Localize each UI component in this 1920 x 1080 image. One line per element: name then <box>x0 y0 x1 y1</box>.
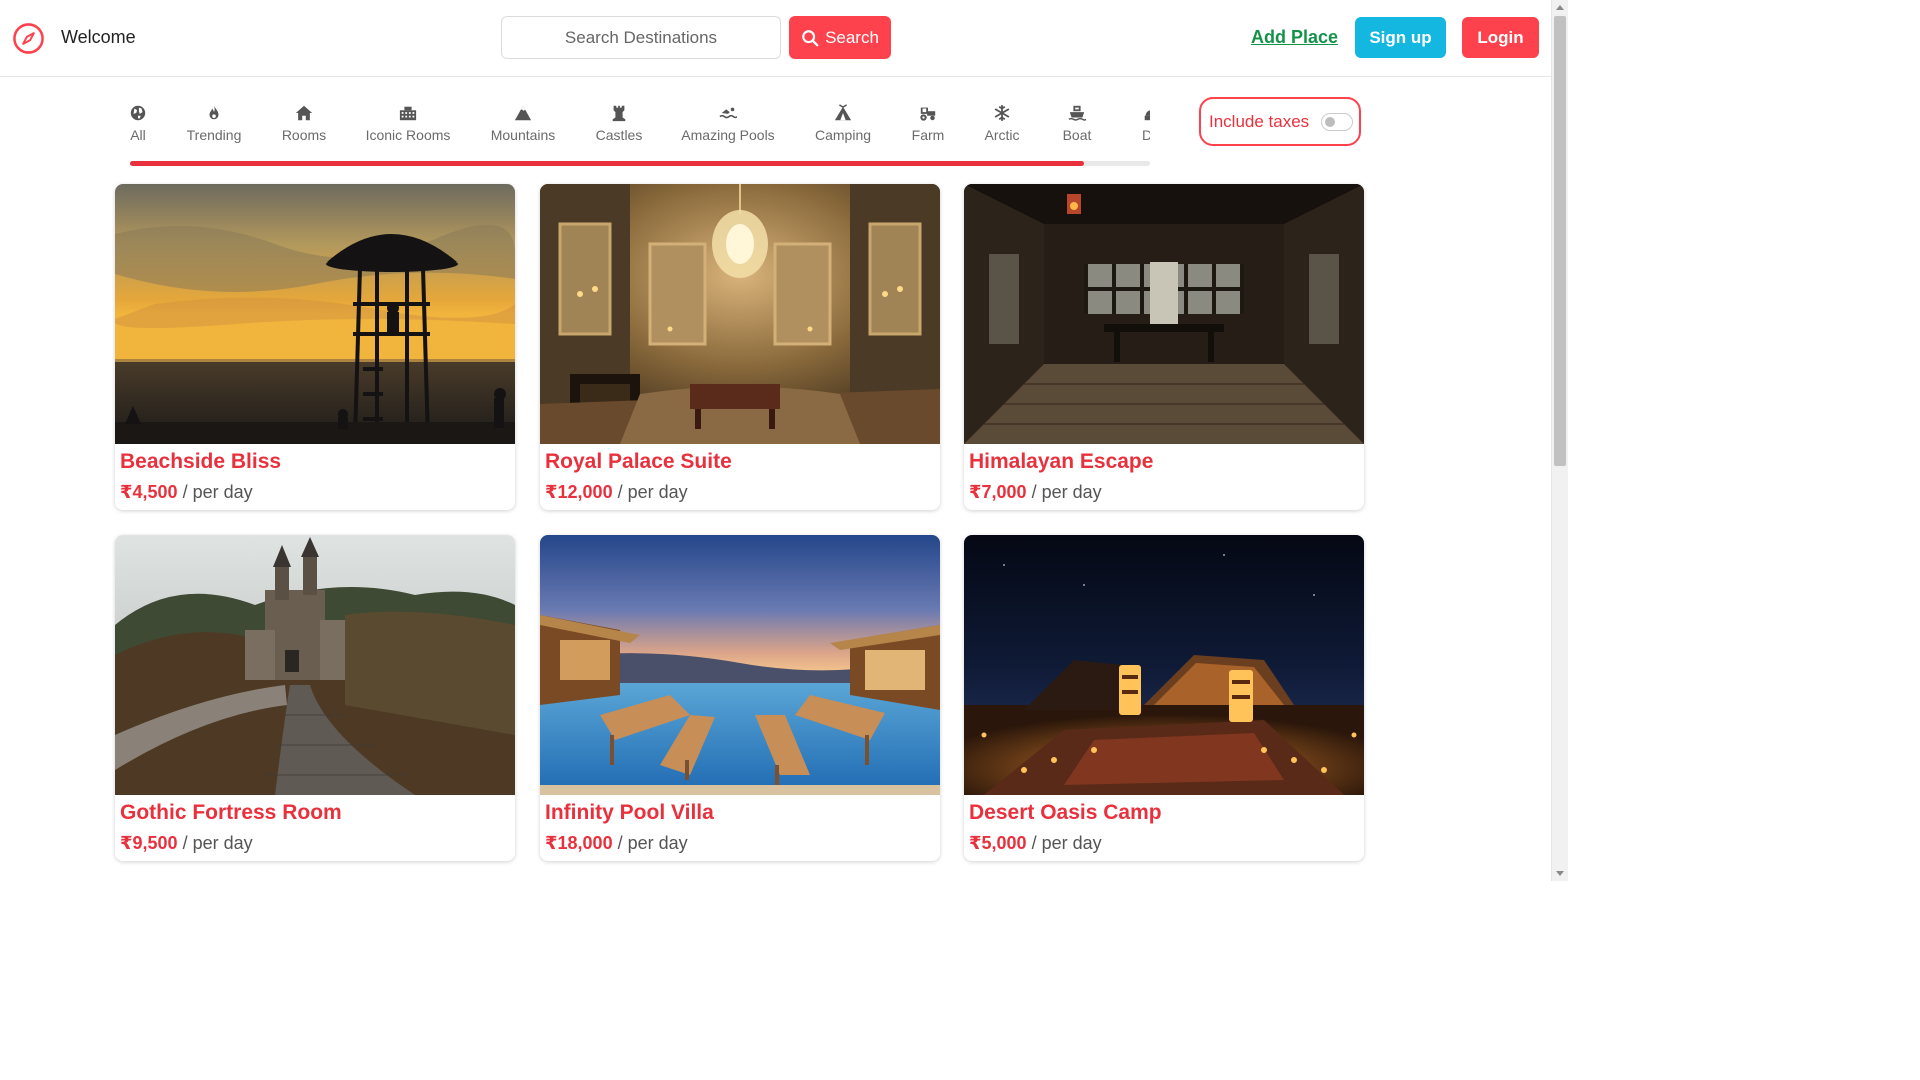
listing-price-unit: / per day <box>177 482 253 502</box>
listing-title[interactable]: Beachside Bliss <box>120 450 281 474</box>
castle-icon <box>612 105 626 122</box>
filter-rooms[interactable]: Rooms <box>274 96 334 143</box>
search-button[interactable]: Search <box>789 16 891 59</box>
filter-farm[interactable]: Farm <box>908 96 948 143</box>
listing-price: ₹4,500 / per day <box>120 482 253 503</box>
tax-toggle-label: Include taxes <box>1209 111 1310 131</box>
listing-price-unit: / per day <box>177 833 253 853</box>
listing-title[interactable]: Royal Palace Suite <box>545 450 732 474</box>
listing-card[interactable]: Infinity Pool Villa ₹18,000 / per day <box>540 535 940 861</box>
tax-toggle-switch[interactable] <box>1321 112 1354 131</box>
signup-button[interactable]: Sign up <box>1355 17 1446 58</box>
scroll-thumb[interactable] <box>1554 16 1566 466</box>
login-button[interactable]: Login <box>1462 17 1539 58</box>
forest-castle-image[interactable] <box>115 535 515 795</box>
filter-all[interactable]: All <box>118 96 158 143</box>
search-input[interactable] <box>501 16 781 59</box>
fire-icon <box>209 105 219 120</box>
listing-price-unit: / per day <box>612 482 688 502</box>
listing-price: ₹12,000 / per day <box>545 482 688 503</box>
listing-price: ₹9,500 / per day <box>120 833 253 854</box>
snowflake-icon <box>994 104 1010 122</box>
search-button-label: Search <box>825 27 879 47</box>
add-place-link[interactable]: Add Place <box>1251 27 1338 48</box>
filter-bar: All Trending Rooms Iconic Rooms Mountain… <box>118 96 1150 150</box>
desert-night-camp-image[interactable] <box>964 535 1364 795</box>
filter-label: Arctic <box>984 127 1020 143</box>
page-scrollbar[interactable] <box>1551 0 1568 881</box>
filter-camping[interactable]: Camping <box>810 96 876 143</box>
listing-price-unit: / per day <box>1026 833 1102 853</box>
filter-label: Mountains <box>490 127 556 143</box>
palace-chandelier-room-image[interactable] <box>540 184 940 444</box>
listing-price: ₹18,000 / per day <box>545 833 688 854</box>
filter-mountains[interactable]: Mountains <box>485 96 561 143</box>
tax-toggle-box[interactable]: Include taxes <box>1199 97 1361 146</box>
city-icon <box>399 106 417 121</box>
filter-label: Camping <box>814 127 872 143</box>
navbar: Welcome Search Add Place Sign up Login <box>0 0 1551 77</box>
filter-castles[interactable]: Castles <box>591 96 647 143</box>
listing-title[interactable]: Gothic Fortress Room <box>120 801 342 825</box>
filter-label: Amazing Pools <box>681 127 775 143</box>
filter-amazing-pools[interactable]: Amazing Pools <box>680 96 776 143</box>
infinity-pool-sunset-image[interactable] <box>540 535 940 795</box>
scroll-up-arrow-icon[interactable] <box>1556 5 1564 10</box>
scroll-down-arrow-icon[interactable] <box>1556 871 1564 876</box>
filter-label: Trending <box>186 127 242 143</box>
filter-label: Rooms <box>281 127 327 143</box>
filter-scroll-indicator[interactable] <box>130 161 1084 166</box>
house-icon <box>295 105 313 121</box>
filter-iconic-rooms[interactable]: Iconic Rooms <box>363 96 453 143</box>
listing-card[interactable]: Himalayan Escape ₹7,000 / per day <box>964 184 1364 510</box>
filter-boat[interactable]: Boat <box>1058 96 1096 143</box>
listing-price-unit: / per day <box>1026 482 1102 502</box>
listing-price: ₹7,000 / per day <box>969 482 1102 503</box>
filter-label: Castles <box>595 127 643 143</box>
listing-card[interactable]: Beachside Bliss ₹4,500 / per day <box>115 184 515 510</box>
wooden-cabin-interior-image[interactable] <box>964 184 1364 444</box>
listing-price-value: ₹12,000 <box>545 482 613 502</box>
filter-scroll-track[interactable] <box>130 161 1150 166</box>
mountain-icon <box>514 105 532 121</box>
listing-price-value: ₹18,000 <box>545 833 613 853</box>
listing-card[interactable]: Desert Oasis Camp ₹5,000 / per day <box>964 535 1364 861</box>
listing-title[interactable]: Desert Oasis Camp <box>969 801 1162 825</box>
filter-label: Boat <box>1062 127 1092 143</box>
listing-title[interactable]: Himalayan Escape <box>969 450 1153 474</box>
listing-title[interactable]: Infinity Pool Villa <box>545 801 714 825</box>
listing-price-value: ₹4,500 <box>120 482 178 502</box>
tent-icon <box>834 104 852 121</box>
compass-icon[interactable] <box>12 22 45 55</box>
ship-icon <box>1068 105 1086 121</box>
listing-card[interactable]: Gothic Fortress Room ₹9,500 / per day <box>115 535 515 861</box>
listing-price-value: ₹9,500 <box>120 833 178 853</box>
beach-sunset-hut-image[interactable] <box>115 184 515 444</box>
globe-icon <box>130 105 146 121</box>
filter-label: Farm <box>911 127 945 143</box>
swimmer-icon <box>719 107 737 119</box>
listing-card[interactable]: Royal Palace Suite ₹12,000 / per day <box>540 184 940 510</box>
listing-price-value: ₹7,000 <box>969 482 1027 502</box>
listing-price-value: ₹5,000 <box>969 833 1027 853</box>
filter-label: All <box>130 127 146 143</box>
filter-arctic[interactable]: Arctic <box>980 96 1024 143</box>
tractor-icon <box>920 107 936 121</box>
filter-label: Do <box>1142 127 1150 143</box>
brand-welcome-text[interactable]: Welcome <box>61 27 136 48</box>
toggle-knob <box>1325 116 1336 127</box>
filter-label: Iconic Rooms <box>365 127 451 143</box>
listing-price-unit: / per day <box>612 833 688 853</box>
listing-price: ₹5,000 / per day <box>969 833 1102 854</box>
filter-trending[interactable]: Trending <box>178 96 250 143</box>
filter-domes[interactable]: Do <box>1131 96 1150 143</box>
dome-icon <box>1144 110 1150 121</box>
search-icon <box>802 29 819 46</box>
